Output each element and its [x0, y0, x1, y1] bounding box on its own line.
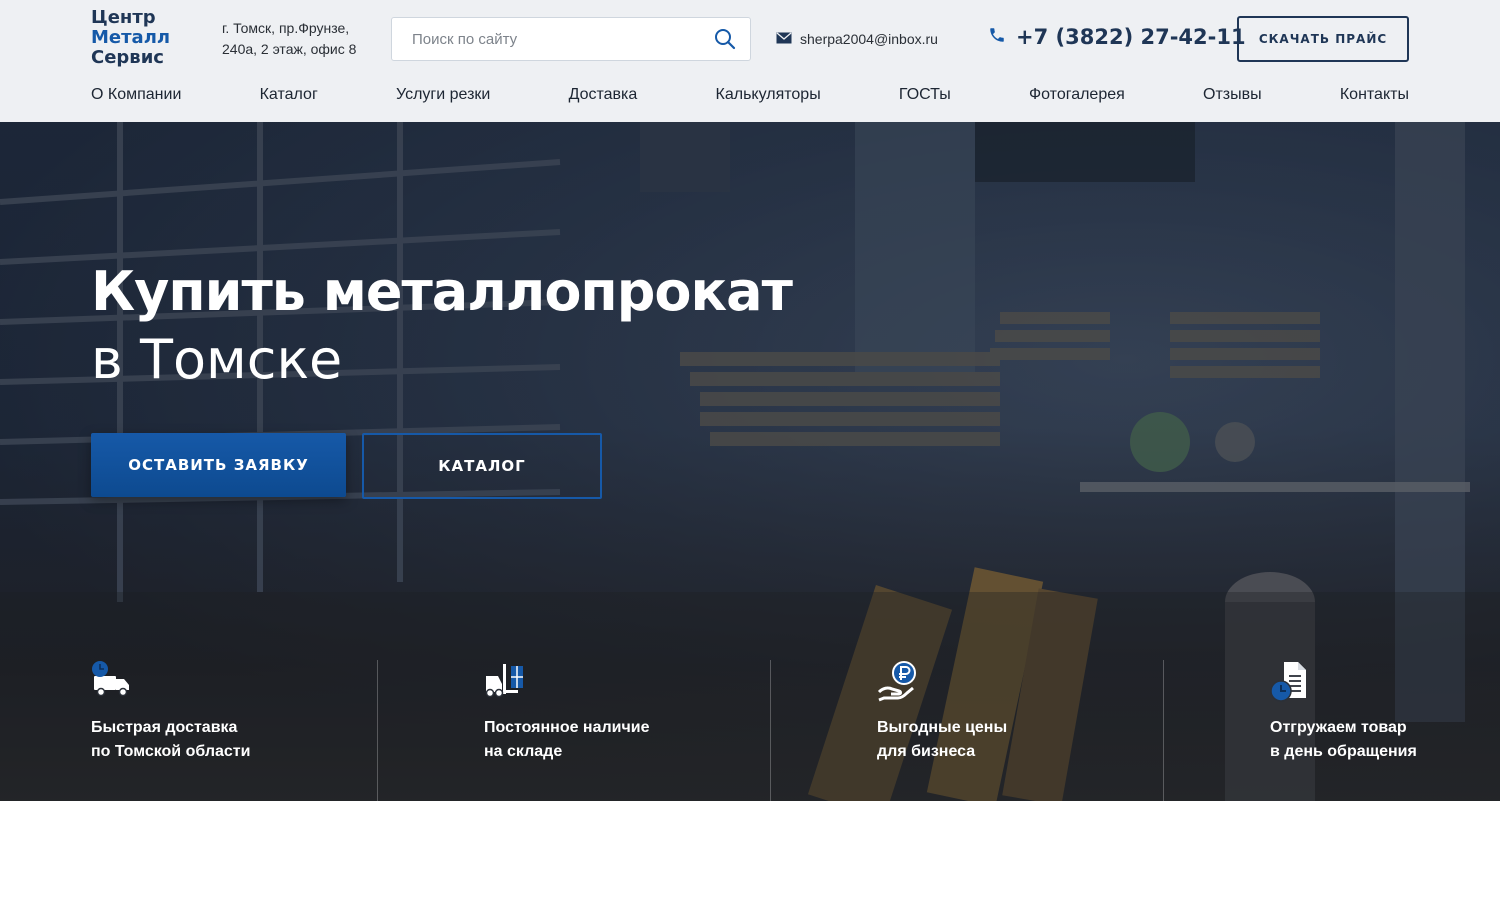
- logo[interactable]: Центр Металл Сервис: [91, 8, 181, 68]
- phone-number: +7 (3822) 27-42-11: [1016, 25, 1246, 49]
- feature-text: Выгодные цены для бизнеса: [877, 716, 1117, 764]
- feature-divider: [1163, 660, 1164, 801]
- feature-same-day: Отгружаем товар в день обращения: [1270, 660, 1500, 801]
- feature-divider: [377, 660, 378, 801]
- leave-request-button[interactable]: ОСТАВИТЬ ЗАЯВКУ: [91, 433, 346, 497]
- address: г. Томск, пр.Фрунзе, 240а, 2 этаж, офис …: [222, 18, 372, 60]
- logo-line-1: Центр: [91, 7, 156, 28]
- feature-line-1: Выгодные цены: [877, 719, 1008, 736]
- search-input[interactable]: [392, 18, 702, 60]
- feature-line-2: по Томской области: [91, 743, 251, 760]
- feature-line-2: в день обращения: [1270, 743, 1417, 760]
- nav-item-about[interactable]: О Компании: [91, 86, 181, 108]
- search-icon[interactable]: [714, 28, 736, 50]
- search-box: [391, 17, 751, 61]
- feature-line-2: на складе: [484, 743, 563, 760]
- hand-ruble-icon: [877, 660, 921, 704]
- hero-title-line-1: Купить металлопрокат: [91, 260, 793, 323]
- features-row: Быстрая доставка по Томской области Пост…: [0, 660, 1500, 801]
- feature-stock: Постоянное наличие на складе: [484, 660, 744, 801]
- logo-line-2: Металл: [91, 27, 171, 48]
- phone-link[interactable]: +7 (3822) 27-42-11: [988, 25, 1246, 49]
- address-line-1: г. Томск, пр.Фрунзе,: [222, 20, 350, 36]
- feature-line-1: Быстрая доставка: [91, 719, 238, 736]
- download-price-button[interactable]: СКАЧАТЬ ПРАЙС: [1237, 16, 1409, 62]
- feature-prices: Выгодные цены для бизнеса: [877, 660, 1137, 801]
- forklift-icon: [484, 660, 528, 704]
- hero-title: Купить металлопрокат в Томске: [91, 260, 991, 396]
- nav-item-gallery[interactable]: Фотогалерея: [1029, 86, 1125, 108]
- nav-item-cutting[interactable]: Услуги резки: [396, 86, 490, 108]
- address-line-2: 240а, 2 этаж, офис 8: [222, 41, 357, 57]
- feature-divider: [770, 660, 771, 801]
- feature-text: Быстрая доставка по Томской области: [91, 716, 331, 764]
- hero-section: Купить металлопрокат в Томске ОСТАВИТЬ З…: [0, 122, 1500, 801]
- feature-line-1: Отгружаем товар: [1270, 719, 1407, 736]
- nav-item-contacts[interactable]: Контакты: [1340, 86, 1409, 108]
- logo-line-3: Сервис: [91, 47, 164, 68]
- feature-line-2: для бизнеса: [877, 743, 976, 760]
- nav-item-catalog[interactable]: Каталог: [260, 86, 318, 108]
- feature-delivery: Быстрая доставка по Томской области: [91, 660, 351, 801]
- nav-item-calculators[interactable]: Калькуляторы: [716, 86, 821, 108]
- catalog-button[interactable]: КАТАЛОГ: [362, 433, 602, 499]
- feature-line-1: Постоянное наличие: [484, 719, 650, 736]
- site-header: Центр Металл Сервис г. Томск, пр.Фрунзе,…: [0, 0, 1500, 122]
- envelope-icon: [776, 31, 792, 47]
- phone-icon: [988, 25, 1006, 49]
- main-nav: О Компании Каталог Услуги резки Доставка…: [91, 86, 1409, 108]
- email-text: sherpa2004@inbox.ru: [800, 31, 938, 47]
- feature-text: Отгружаем товар в день обращения: [1270, 716, 1500, 764]
- nav-item-gosts[interactable]: ГОСТы: [899, 86, 951, 108]
- email-link[interactable]: sherpa2004@inbox.ru: [776, 30, 938, 48]
- nav-item-delivery[interactable]: Доставка: [569, 86, 638, 108]
- feature-text: Постоянное наличие на складе: [484, 716, 724, 764]
- nav-item-reviews[interactable]: Отзывы: [1203, 86, 1262, 108]
- document-clock-icon: [1270, 660, 1314, 704]
- truck-icon: [91, 660, 135, 704]
- hero-title-line-2: в Томске: [91, 328, 343, 391]
